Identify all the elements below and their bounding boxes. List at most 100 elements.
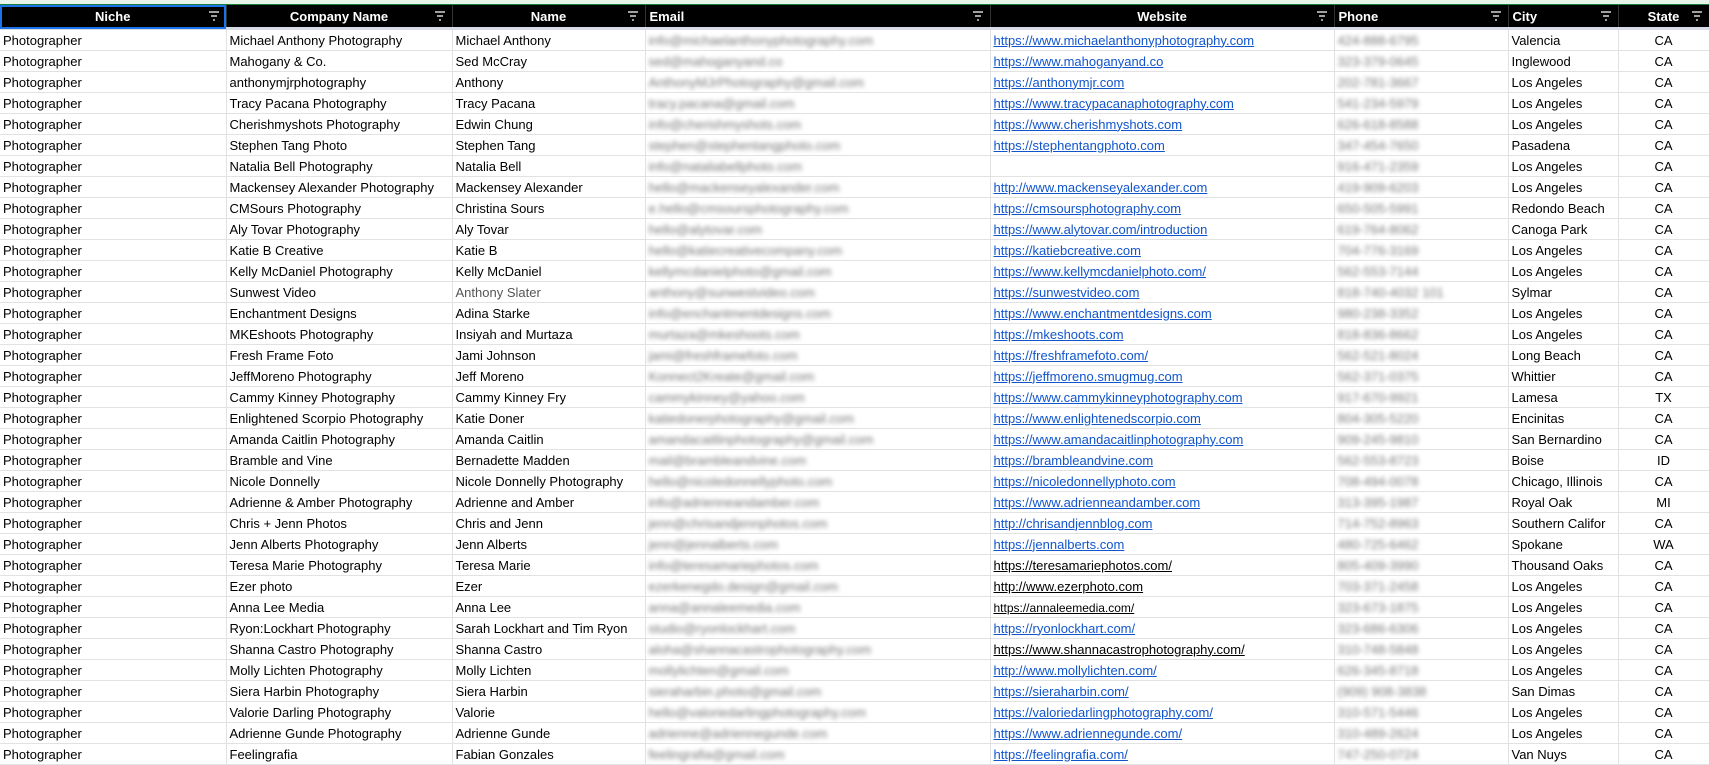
cell-name[interactable]: Adrienne and Amber bbox=[452, 491, 646, 513]
filter-icon[interactable] bbox=[627, 10, 639, 22]
cell-company[interactable]: Adrienne Gunde Photography bbox=[226, 722, 453, 744]
cell-name[interactable]: Jeff Moreno bbox=[452, 365, 646, 387]
cell-email[interactable]: feelingrafia@gmail.com bbox=[645, 743, 991, 765]
cell-email[interactable]: info@adrienneandamber.com bbox=[645, 491, 991, 513]
cell-name[interactable]: Sarah Lockhart and Tim Ryon bbox=[452, 617, 646, 639]
cell-email[interactable]: studio@ryonlockhart.com bbox=[645, 617, 991, 639]
website-link[interactable]: https://annaleemedia.com/ bbox=[994, 601, 1135, 615]
cell-niche[interactable]: Photographer bbox=[0, 50, 227, 72]
cell-city[interactable]: Southern Califor bbox=[1508, 512, 1619, 534]
cell-email[interactable]: Konnect2Kreate@gmail.com bbox=[645, 365, 991, 387]
cell-phone[interactable]: 310-571-5446 bbox=[1334, 701, 1509, 723]
cell-city[interactable]: Los Angeles bbox=[1508, 239, 1619, 261]
cell-phone[interactable]: 562-371-0375 bbox=[1334, 365, 1509, 387]
cell-website[interactable]: https://www.cammykinneyphotography.com bbox=[990, 386, 1335, 408]
cell-city[interactable]: Los Angeles bbox=[1508, 575, 1619, 597]
cell-website[interactable]: http://www.mackenseyalexander.com bbox=[990, 176, 1335, 198]
cell-website[interactable]: https://katiebcreative.com bbox=[990, 239, 1335, 261]
cell-email[interactable]: kellymcdanielphoto@gmail.com bbox=[645, 260, 991, 282]
cell-email[interactable]: ezerkenegdo.design@gmail.com bbox=[645, 575, 991, 597]
cell-name[interactable]: Shanna Castro bbox=[452, 638, 646, 660]
cell-niche[interactable]: Photographer bbox=[0, 260, 227, 282]
cell-niche[interactable]: Photographer bbox=[0, 176, 227, 198]
cell-email[interactable]: stephen@stephentangphoto.com bbox=[645, 134, 991, 156]
cell-website[interactable]: https://www.mahoganyand.co bbox=[990, 50, 1335, 72]
cell-company[interactable]: Ryon:Lockhart Photography bbox=[226, 617, 453, 639]
cell-name[interactable]: Fabian Gonzales bbox=[452, 743, 646, 765]
cell-phone[interactable]: 909-245-9810 bbox=[1334, 428, 1509, 450]
cell-company[interactable]: anthonymjrphotography bbox=[226, 71, 453, 93]
cell-company[interactable]: Tracy Pacana Photography bbox=[226, 92, 453, 114]
cell-company[interactable]: Jenn Alberts Photography bbox=[226, 533, 453, 555]
cell-name[interactable]: Tracy Pacana bbox=[452, 92, 646, 114]
website-link[interactable]: https://feelingrafia.com/ bbox=[994, 747, 1128, 762]
cell-state[interactable]: CA bbox=[1618, 92, 1709, 114]
website-link[interactable]: https://www.adriennegunde.com/ bbox=[994, 726, 1183, 741]
cell-name[interactable]: Anna Lee bbox=[452, 596, 646, 618]
cell-email[interactable]: info@nataliabellphoto.com bbox=[645, 155, 991, 177]
cell-email[interactable]: jenn@chrisandjennphotos.com bbox=[645, 512, 991, 534]
website-link[interactable]: http://www.mackenseyalexander.com bbox=[994, 180, 1208, 195]
cell-state[interactable]: CA bbox=[1618, 428, 1709, 450]
filter-icon[interactable] bbox=[434, 10, 446, 22]
cell-phone[interactable]: 323-673-1875 bbox=[1334, 596, 1509, 618]
cell-phone[interactable]: 703-371-2458 bbox=[1334, 575, 1509, 597]
cell-city[interactable]: Van Nuys bbox=[1508, 743, 1619, 765]
cell-niche[interactable]: Photographer bbox=[0, 617, 227, 639]
cell-email[interactable]: info@enchantmentdesigns.com bbox=[645, 302, 991, 324]
cell-niche[interactable]: Photographer bbox=[0, 575, 227, 597]
cell-company[interactable]: Adrienne & Amber Photography bbox=[226, 491, 453, 513]
cell-website[interactable]: https://www.amandacaitlinphotography.com bbox=[990, 428, 1335, 450]
cell-niche[interactable]: Photographer bbox=[0, 722, 227, 744]
cell-niche[interactable]: Photographer bbox=[0, 239, 227, 261]
cell-name[interactable]: Aly Tovar bbox=[452, 218, 646, 240]
filter-icon[interactable] bbox=[1600, 10, 1612, 22]
website-link[interactable]: https://katiebcreative.com bbox=[994, 243, 1141, 258]
cell-niche[interactable]: Photographer bbox=[0, 113, 227, 135]
cell-city[interactable]: Thousand Oaks bbox=[1508, 554, 1619, 576]
cell-niche[interactable]: Photographer bbox=[0, 743, 227, 765]
cell-city[interactable]: Long Beach bbox=[1508, 344, 1619, 366]
cell-company[interactable]: Enchantment Designs bbox=[226, 302, 453, 324]
cell-company[interactable]: Michael Anthony Photography bbox=[226, 28, 453, 51]
website-link[interactable]: https://teresamariephotos.com/ bbox=[994, 558, 1172, 573]
cell-company[interactable]: Mackensey Alexander Photography bbox=[226, 176, 453, 198]
cell-phone[interactable]: 626-345-8718 bbox=[1334, 659, 1509, 681]
cell-email[interactable]: info@teresamariephotos.com bbox=[645, 554, 991, 576]
cell-name[interactable]: Anthony bbox=[452, 71, 646, 93]
cell-name[interactable]: Anthony Slater bbox=[452, 281, 646, 303]
cell-name[interactable]: Katie Doner bbox=[452, 407, 646, 429]
cell-name[interactable]: Katie B bbox=[452, 239, 646, 261]
cell-company[interactable]: Siera Harbin Photography bbox=[226, 680, 453, 702]
cell-name[interactable]: Mackensey Alexander bbox=[452, 176, 646, 198]
website-link[interactable]: https://www.tracypacanaphotography.com bbox=[994, 96, 1234, 111]
cell-company[interactable]: Stephen Tang Photo bbox=[226, 134, 453, 156]
cell-state[interactable]: CA bbox=[1618, 512, 1709, 534]
cell-niche[interactable]: Photographer bbox=[0, 218, 227, 240]
cell-name[interactable]: Stephen Tang bbox=[452, 134, 646, 156]
cell-city[interactable]: Lamesa bbox=[1508, 386, 1619, 408]
cell-website[interactable]: http://chrisandjennblog.com bbox=[990, 512, 1335, 534]
cell-city[interactable]: Los Angeles bbox=[1508, 71, 1619, 93]
cell-city[interactable]: Royal Oak bbox=[1508, 491, 1619, 513]
cell-state[interactable]: CA bbox=[1618, 155, 1709, 177]
cell-email[interactable]: adrienne@adriennegunde.com bbox=[645, 722, 991, 744]
cell-phone[interactable]: 917-670-9921 bbox=[1334, 386, 1509, 408]
website-link[interactable]: https://www.cammykinneyphotography.com bbox=[994, 390, 1243, 405]
cell-company[interactable]: Valorie Darling Photography bbox=[226, 701, 453, 723]
cell-name[interactable]: Insiyah and Murtaza bbox=[452, 323, 646, 345]
cell-state[interactable]: CA bbox=[1618, 407, 1709, 429]
website-link[interactable]: https://jeffmoreno.smugmug.com bbox=[994, 369, 1183, 384]
cell-city[interactable]: San Bernardino bbox=[1508, 428, 1619, 450]
cell-niche[interactable]: Photographer bbox=[0, 491, 227, 513]
cell-email[interactable]: sed@mahoganyand.co bbox=[645, 50, 991, 72]
cell-phone[interactable]: 708-494-0078 bbox=[1334, 470, 1509, 492]
cell-website[interactable]: https://www.michaelanthonyphotography.co… bbox=[990, 28, 1335, 51]
cell-state[interactable]: CA bbox=[1618, 134, 1709, 156]
column-header-company[interactable]: Company Name bbox=[226, 5, 453, 30]
cell-phone[interactable]: 980-238-3352 bbox=[1334, 302, 1509, 324]
column-header-phone[interactable]: Phone bbox=[1334, 5, 1509, 30]
filter-icon[interactable] bbox=[208, 10, 220, 22]
cell-state[interactable]: CA bbox=[1618, 722, 1709, 744]
cell-email[interactable]: mollylichten@gmail.com bbox=[645, 659, 991, 681]
